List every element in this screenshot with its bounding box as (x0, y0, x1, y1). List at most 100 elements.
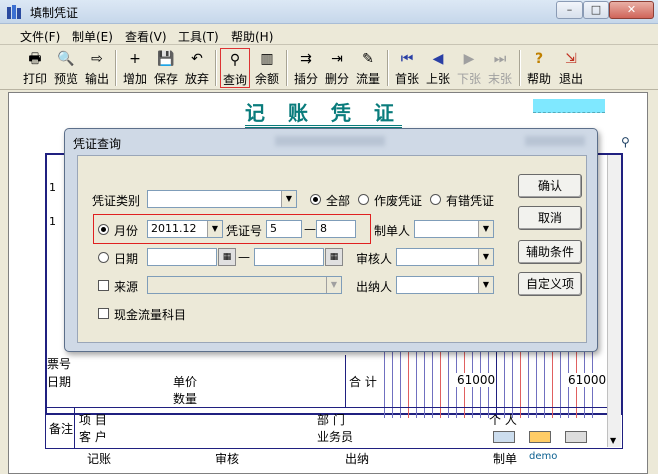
menu-bar: 文件(F) 制单(E) 查看(V) 工具(T) 帮助(H) (0, 25, 658, 45)
ok-button[interactable]: 确认 (518, 174, 582, 198)
preview-icon: 🔍 (57, 51, 75, 67)
menu-help[interactable]: 帮助(H) (231, 28, 273, 45)
app-icon (7, 5, 21, 19)
add-button[interactable]: + 增加 (120, 48, 150, 88)
maker-label: 制单 (493, 452, 518, 466)
toolbar-separator (115, 50, 117, 86)
project-label: 项 目 (79, 413, 107, 427)
voucher-no-label: 凭证号 (226, 224, 263, 238)
voucher-no-to-input[interactable]: 8 (316, 220, 356, 238)
menu-edit[interactable]: 制单(E) (72, 28, 113, 45)
menu-file[interactable]: 文件(F) (20, 28, 60, 45)
voucher-footer: 记账 审核 出纳 制单 demo (45, 449, 623, 467)
discard-button[interactable]: ↶ 放弃 (182, 48, 212, 88)
title-bar: 填制凭证 – □ ✕ (0, 0, 658, 24)
source-checkbox[interactable] (98, 280, 109, 291)
cashier-label: 出纳人 (356, 280, 393, 294)
cashflow-checkbox[interactable] (98, 308, 109, 319)
tool-icon[interactable] (565, 431, 587, 443)
last-voucher-button[interactable]: ⏭ 末张 (485, 48, 515, 88)
date-to-input[interactable] (254, 248, 324, 266)
chevron-down-icon[interactable]: ▼ (478, 249, 493, 265)
voucher-no-from-input[interactable]: 5 (266, 220, 302, 238)
cashier-select[interactable]: ▼ (396, 276, 494, 294)
radio-error-label: 有错凭证 (446, 194, 495, 208)
menu-tools[interactable]: 工具(T) (178, 28, 219, 45)
radio-void-label: 作废凭证 (374, 194, 423, 208)
date-dash: — (238, 250, 250, 264)
cashier-label: 出纳 (345, 452, 370, 466)
source-select[interactable]: ▼ (147, 276, 342, 294)
maximize-button[interactable]: □ (583, 1, 609, 19)
export-icon: ⇨ (91, 51, 103, 67)
vertical-scrollbar[interactable]: ▼ (607, 155, 621, 447)
radio-error[interactable] (430, 194, 441, 205)
close-button[interactable]: ✕ (609, 1, 654, 19)
voucher-type-select-arrow-holder: ▼ (147, 190, 297, 208)
chevron-down-icon[interactable]: ▼ (207, 221, 222, 237)
maker-name: demo (529, 451, 558, 462)
divider (345, 355, 346, 407)
save-icon: 💾 (157, 51, 175, 67)
minimize-button[interactable]: – (556, 1, 583, 19)
cashflow-label: 现金流量科目 (114, 308, 187, 322)
voucher-attachment-field[interactable] (533, 99, 605, 113)
preview-button[interactable]: 🔍 预览 (51, 48, 81, 88)
radio-date[interactable] (98, 252, 109, 263)
chevron-down-icon[interactable]: ▼ (281, 191, 296, 207)
chevron-down-icon[interactable]: ▼ (478, 277, 493, 293)
blurred-title-area (525, 136, 585, 146)
calendar-icon[interactable]: ▦ (218, 248, 236, 266)
next-voucher-button[interactable]: ▶ 下张 (454, 48, 484, 88)
maker-label: 制单人 (374, 224, 411, 238)
prev-voucher-button[interactable]: ◀ 上张 (423, 48, 453, 88)
add-icon: + (129, 51, 141, 67)
audit-label: 审核 (215, 452, 240, 466)
search-icon[interactable]: ⚲ (621, 135, 630, 149)
cancel-button[interactable]: 取消 (518, 206, 582, 230)
save-button[interactable]: 💾 保存 (151, 48, 181, 88)
person-label: 个 人 (489, 413, 517, 427)
month-label: 月份 (114, 224, 139, 238)
month-value: 2011.12 (151, 222, 197, 235)
dialog-body: 凭证类别 ▼ 全部 作废凭证 有错凭证 月份 2011.12 ▼ 凭证号 5 —… (77, 155, 587, 343)
insert-entry-button[interactable]: ⇉ 插分 (291, 48, 321, 88)
chevron-down-icon[interactable]: ▼ (326, 277, 341, 293)
date-from-input[interactable] (147, 248, 217, 266)
chevron-down-icon[interactable]: ▼ (478, 221, 493, 237)
first-page-icon: ⏮ (400, 51, 414, 67)
voucher-query-dialog: 凭证查询 凭证类别 ▼ 全部 作废凭证 有错凭证 月份 2011.12 ▼ 凭证… (64, 128, 598, 352)
delete-entry-button[interactable]: ⇥ 删分 (322, 48, 352, 88)
radio-month[interactable] (98, 224, 109, 235)
toolbar-separator (519, 50, 521, 86)
menu-view[interactable]: 查看(V) (125, 28, 167, 45)
radio-all[interactable] (310, 194, 321, 205)
dialog-title: 凭证查询 (73, 137, 122, 151)
help-button[interactable]: ? 帮助 (524, 48, 554, 88)
print-button[interactable]: 🖶 打印 (20, 48, 50, 88)
prev-page-icon: ◀ (432, 51, 444, 67)
radio-void[interactable] (358, 194, 369, 205)
customer-label: 客 户 (79, 430, 107, 444)
first-voucher-button[interactable]: ⏮ 首张 (392, 48, 422, 88)
blurred-title-area (275, 136, 385, 146)
scroll-down-icon[interactable]: ▼ (610, 436, 616, 445)
export-button[interactable]: ⇨ 输出 (82, 48, 112, 88)
month-select[interactable]: 2011.12 ▼ (147, 220, 223, 238)
calendar-icon[interactable]: ▦ (325, 248, 343, 266)
range-dash: — (304, 222, 316, 236)
card-icon[interactable] (493, 431, 515, 443)
balance-button[interactable]: ▥ 余额 (252, 48, 282, 88)
bar-chart-icon: ▥ (260, 51, 274, 67)
cashflow-button[interactable]: ✎ 流量 (353, 48, 383, 88)
custom-item-button[interactable]: 自定义项 (518, 272, 582, 296)
aux-condition-button[interactable]: 辅助条件 (518, 240, 582, 264)
binoculars-icon: ⚲ (229, 52, 241, 68)
maker-select[interactable]: ▼ (414, 220, 494, 238)
exit-button[interactable]: ⇲ 退出 (556, 48, 586, 88)
auditor-select[interactable]: ▼ (396, 248, 494, 266)
query-button[interactable]: ⚲ 查询 (220, 48, 250, 88)
total-label: 合 计 (349, 375, 377, 389)
note-icon[interactable] (529, 431, 551, 443)
ticket-number-label: 票号 (47, 357, 72, 371)
